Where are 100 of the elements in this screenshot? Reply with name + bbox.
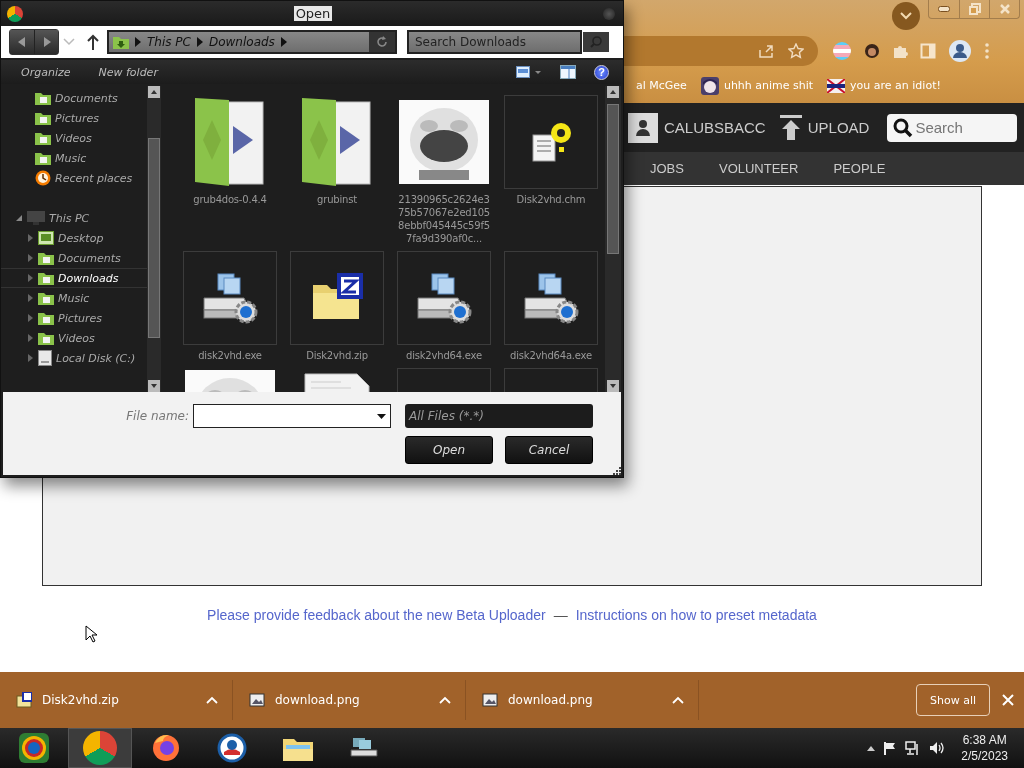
sidebar-item[interactable]: Videos	[1, 128, 147, 148]
scrollbar[interactable]	[147, 86, 161, 392]
expander-icon[interactable]	[26, 274, 34, 282]
file-tile[interactable]	[504, 251, 598, 345]
up-button[interactable]	[87, 34, 99, 50]
star-icon[interactable]	[788, 43, 804, 59]
upload-link[interactable]: UPLOAD	[807, 119, 870, 136]
sidebar-item[interactable]: Pictures	[1, 308, 147, 328]
help-button[interactable]: ?	[594, 64, 609, 80]
sidebar-item[interactable]: Pictures	[1, 108, 147, 128]
upload-icon[interactable]	[779, 114, 802, 141]
file-tile[interactable]	[290, 251, 384, 345]
nav-link[interactable]: PEOPLE	[833, 161, 886, 176]
sidebar-item[interactable]: Desktop	[1, 228, 147, 248]
taskbar-button[interactable]	[68, 728, 132, 768]
separator-arrow-icon[interactable]	[135, 37, 141, 47]
file-name[interactable]: grub4dos-0.4.4	[182, 193, 278, 206]
caret-button[interactable]	[439, 696, 451, 704]
breadcrumb-item[interactable]: This PC	[147, 35, 191, 49]
feedback-link[interactable]: Please provide feedback about the new Beta Uploader	[207, 607, 546, 623]
address-bar[interactable]: This PC Downloads	[107, 30, 397, 54]
caret-button[interactable]	[672, 696, 684, 704]
file-name-field[interactable]	[193, 404, 391, 428]
clock-time[interactable]: 6:38 AM	[962, 732, 1007, 748]
expander-icon[interactable]	[26, 354, 34, 362]
caret-button[interactable]	[206, 696, 218, 704]
toolbar-button[interactable]: Organize	[21, 65, 71, 79]
scroll-down-button[interactable]	[607, 380, 619, 392]
separator-arrow-icon[interactable]	[196, 37, 203, 47]
nav-link[interactable]: VOLUNTEER	[718, 161, 799, 176]
file-name[interactable]: Disk2vhd.chm	[503, 193, 599, 206]
arrow-up-icon	[610, 90, 616, 94]
back-button[interactable]	[10, 30, 34, 54]
expander-icon[interactable]	[26, 234, 34, 242]
sidebar-item[interactable]: This PC	[1, 208, 147, 228]
folder-icon	[35, 91, 51, 105]
sidebar-item[interactable]: Downloads	[1, 268, 147, 288]
show-all-button[interactable]: Show all	[916, 684, 990, 716]
file-name[interactable]: Disk2vhd.zip	[289, 349, 385, 362]
caret-icon	[672, 696, 684, 704]
toolbar-button[interactable]: New folder	[98, 65, 158, 79]
chevron-icon	[900, 12, 912, 20]
volume-icon[interactable]	[929, 741, 946, 755]
expander-icon[interactable]	[26, 254, 34, 262]
expander-icon[interactable]	[26, 314, 34, 322]
expander-icon[interactable]	[15, 214, 23, 222]
user-avatar[interactable]	[628, 112, 658, 143]
file-tile[interactable]	[183, 251, 277, 345]
view-icon[interactable]	[516, 66, 542, 78]
file-name[interactable]: grubinst	[289, 193, 385, 206]
sidebar-item[interactable]: Recent places	[1, 168, 147, 188]
folder-icon	[38, 271, 54, 285]
tab-search-button[interactable]	[892, 2, 920, 30]
sidebar-item[interactable]: Documents	[1, 88, 147, 108]
sidebar-item[interactable]: Music	[1, 148, 147, 168]
show-hidden-icons-icon[interactable]	[867, 745, 876, 751]
download-name[interactable]: download.png	[275, 693, 429, 707]
profile-icon[interactable]	[948, 39, 972, 63]
forward-button[interactable]	[34, 30, 58, 54]
refresh-button[interactable]	[369, 32, 395, 52]
breadcrumb-item[interactable]: Downloads	[208, 35, 275, 49]
file-name[interactable]: disk2vhd64a.exe	[503, 349, 599, 362]
expander-icon[interactable]	[26, 334, 34, 342]
username-link[interactable]: CALUBSBACC	[664, 119, 766, 136]
open-button[interactable]: Open	[405, 436, 493, 464]
image-file-icon[interactable]	[482, 692, 498, 708]
download-name[interactable]: Disk2vhd.zip	[42, 693, 196, 707]
instructions-link[interactable]: Instructions on how to preset metadata	[575, 607, 817, 623]
resize-grip-icon[interactable]	[613, 467, 621, 475]
sidebar-item[interactable]: Videos	[1, 328, 147, 348]
file-tile[interactable]	[504, 95, 598, 189]
forward-icon	[42, 37, 51, 47]
search-field[interactable]: Search	[887, 113, 1018, 142]
share-icon[interactable]	[758, 43, 774, 59]
separator-arrow-icon[interactable]	[280, 37, 287, 47]
sidebar-item[interactable]: Music	[1, 288, 147, 308]
image-file-icon[interactable]	[249, 692, 265, 708]
folder-icon	[38, 251, 54, 265]
scroll-up-button[interactable]	[607, 86, 619, 98]
scroll-up-button[interactable]	[148, 86, 160, 98]
file-name[interactable]: disk2vhd64.exe	[396, 349, 492, 362]
expander-icon[interactable]	[26, 294, 34, 302]
preview-pane-icon[interactable]	[560, 65, 576, 79]
scroll-down-button[interactable]	[148, 380, 160, 392]
zip-file-icon[interactable]	[16, 692, 32, 708]
flag-icon[interactable]	[883, 741, 898, 755]
clock-date[interactable]: 2/5/2023	[961, 748, 1008, 764]
file-tile[interactable]	[397, 251, 491, 345]
arrow-down-icon	[610, 384, 616, 388]
search-field[interactable]: Search Downloads	[407, 30, 582, 54]
file-name[interactable]: disk2vhd.exe	[182, 349, 278, 362]
file-type-dropdown[interactable]: All Files (*.*)	[405, 404, 593, 428]
avatar-icon[interactable]	[864, 43, 880, 59]
file-name[interactable]: 21390965c2624e375b57067e2ed1058ebbf045445c59f57fa9d390af0c...	[396, 193, 492, 245]
sidebar-item[interactable]: Documents	[1, 248, 147, 268]
sidebar-item[interactable]: Local Disk (C:)	[1, 348, 147, 368]
download-name[interactable]: download.png	[508, 693, 662, 707]
cancel-button[interactable]: Cancel	[505, 436, 593, 464]
scrollbar[interactable]	[605, 86, 621, 392]
nav-link[interactable]: JOBS	[650, 161, 684, 176]
